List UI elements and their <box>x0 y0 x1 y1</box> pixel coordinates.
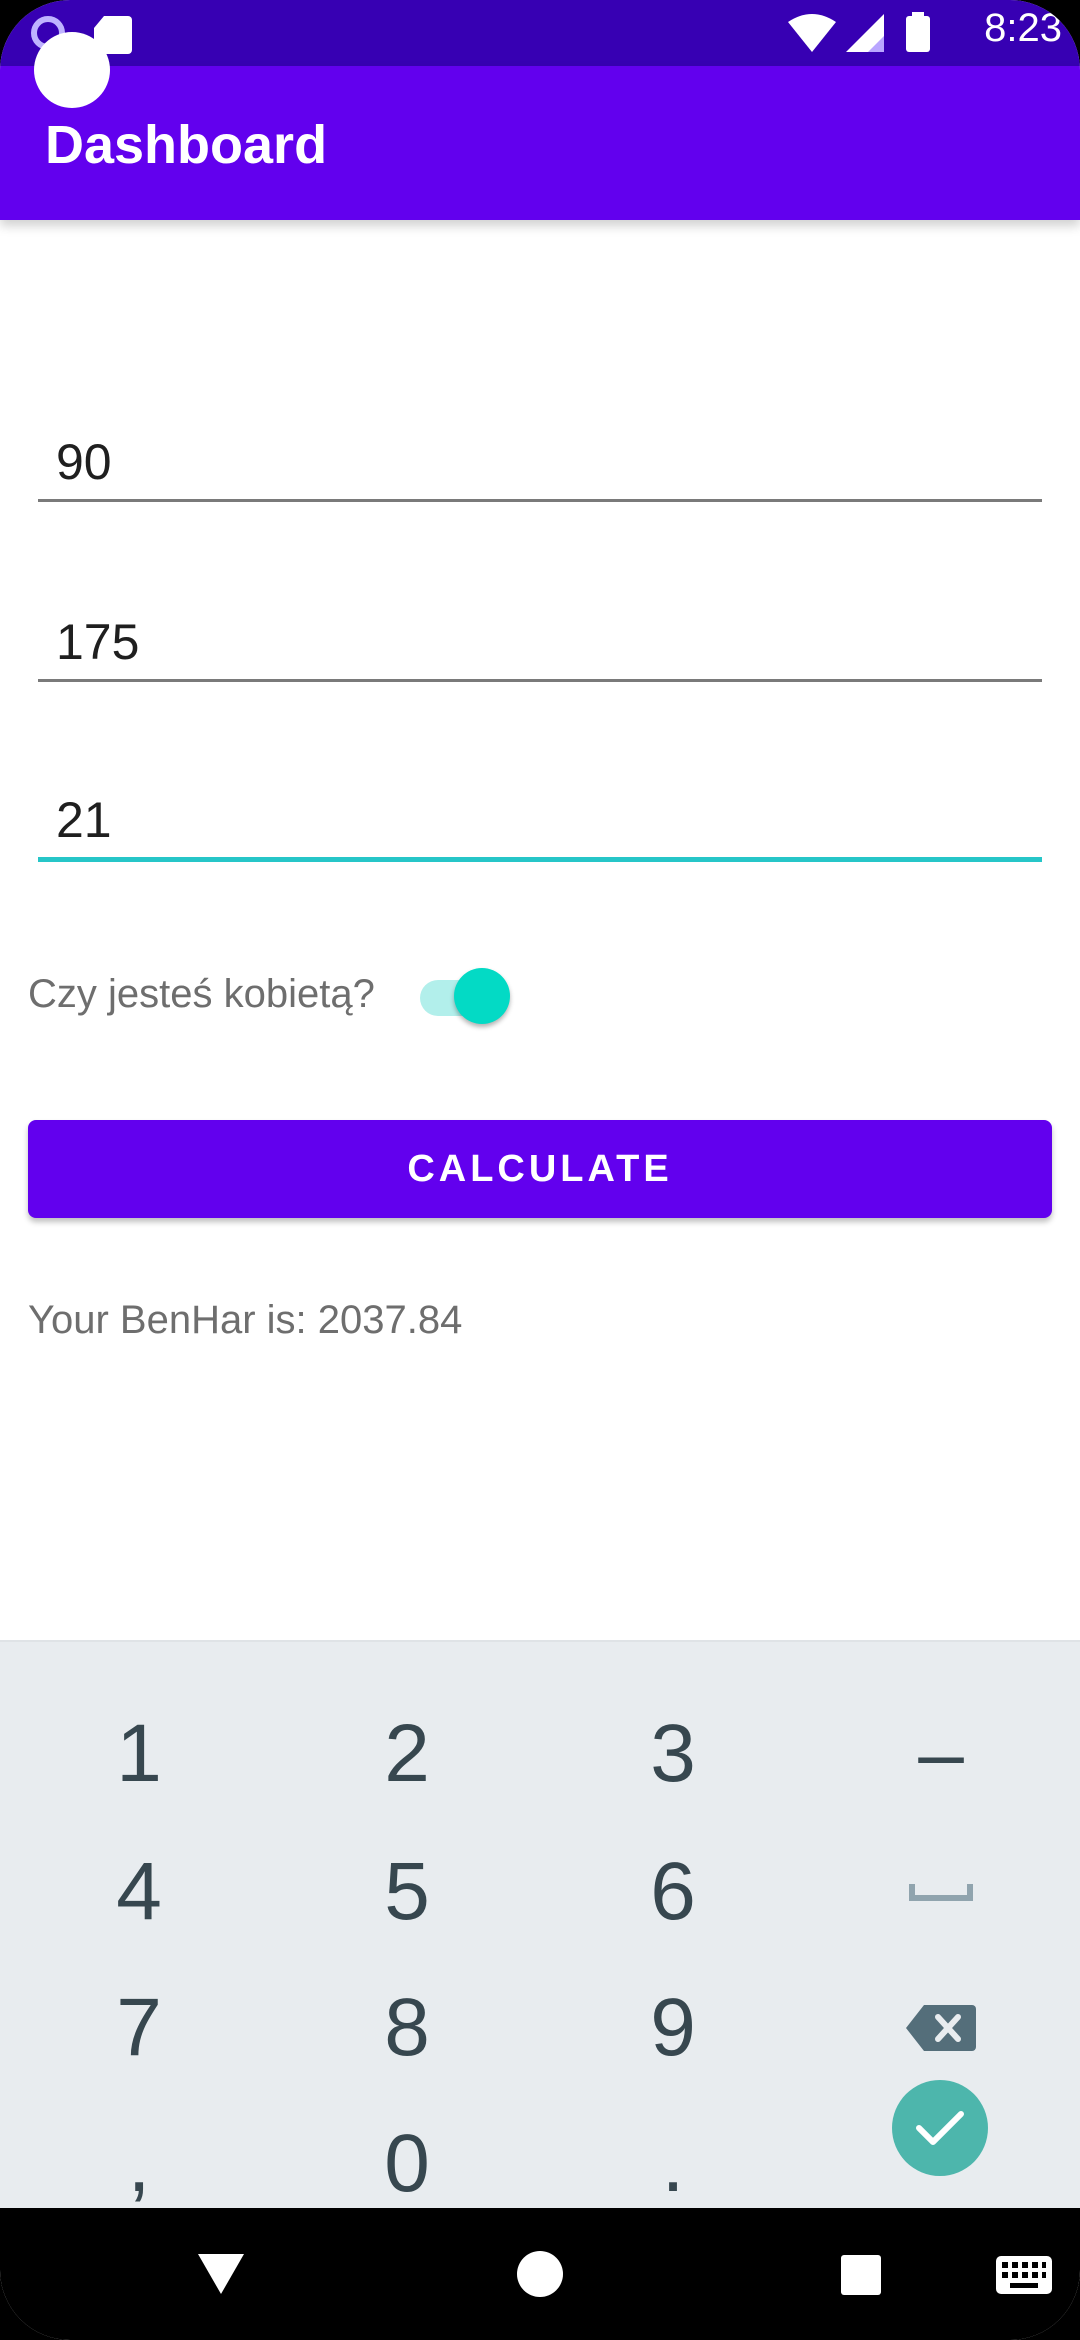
gender-switch-label: Czy jesteś kobietą? <box>28 972 375 1016</box>
key-1[interactable]: 1 <box>4 1686 274 1822</box>
key-3[interactable]: 3 <box>538 1686 808 1822</box>
result-text: Your BenHar is: 2037.84 <box>28 1298 463 1342</box>
app-screen: 8:23 Dashboard 90 175 21 Czy jesteś kobi… <box>0 0 1080 2340</box>
check-icon <box>916 2111 964 2145</box>
key-4[interactable]: 4 <box>4 1824 274 1960</box>
home-icon[interactable] <box>516 2250 564 2298</box>
status-right-icons <box>788 12 968 54</box>
weight-input-value: 90 <box>56 434 112 490</box>
age-input[interactable]: 21 <box>38 772 1042 862</box>
gender-switch[interactable] <box>418 966 510 1024</box>
key-6[interactable]: 6 <box>538 1824 808 1960</box>
key-9[interactable]: 9 <box>538 1960 808 2096</box>
calculate-button[interactable]: CALCULATE <box>28 1120 1052 1218</box>
key-2[interactable]: 2 <box>272 1686 542 1822</box>
backspace-icon <box>906 2005 976 2051</box>
key-5[interactable]: 5 <box>272 1824 542 1960</box>
key-minus[interactable]: – <box>806 1686 1076 1822</box>
keyboard-switch-icon[interactable] <box>996 2256 1052 2294</box>
battery-icon <box>906 16 930 52</box>
page-title: Dashboard <box>45 115 328 175</box>
age-input-value: 21 <box>56 792 112 848</box>
navigation-bar <box>0 2208 1080 2340</box>
height-input[interactable]: 175 <box>38 592 1042 682</box>
status-time: 8:23 <box>984 6 1062 50</box>
key-space[interactable] <box>806 1824 1076 1960</box>
app-bar: Dashboard <box>0 66 1080 220</box>
space-icon <box>909 1884 973 1901</box>
done-button[interactable] <box>892 2080 988 2176</box>
recents-icon[interactable] <box>840 2254 882 2296</box>
back-icon[interactable] <box>196 2252 246 2296</box>
weight-input[interactable]: 90 <box>38 412 1042 502</box>
switch-thumb <box>454 968 510 1024</box>
height-input-value: 175 <box>56 614 140 670</box>
key-8[interactable]: 8 <box>272 1960 542 2096</box>
status-bar: 8:23 <box>0 0 1080 66</box>
camera-cutout <box>34 32 110 108</box>
key-7[interactable]: 7 <box>4 1960 274 2096</box>
numeric-keyboard: 1 2 3 – 4 5 6 7 8 9 , 0 . <box>0 1640 1080 2209</box>
key-backspace[interactable] <box>806 1960 1076 2096</box>
wifi-icon <box>788 14 836 52</box>
